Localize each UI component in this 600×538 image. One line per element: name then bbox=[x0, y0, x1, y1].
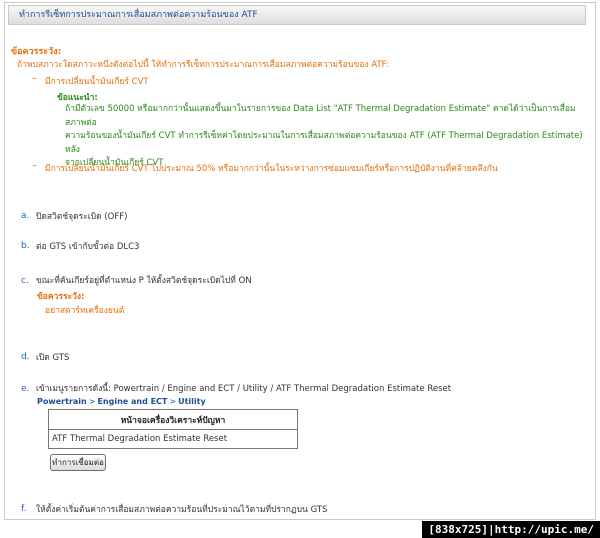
step-c-caution-title: ข้อควรระวัง: bbox=[37, 292, 85, 302]
step-d-letter: d. bbox=[21, 352, 30, 362]
step-a-letter: a. bbox=[21, 211, 30, 221]
caution-title: ข้อควรระวัง: bbox=[11, 47, 62, 57]
bullet-icon: – bbox=[32, 160, 37, 171]
step-c-text: ขณะที่คันเกียร์อยู่ที่ตำแหน่ง P ให้ตั้งส… bbox=[36, 276, 252, 286]
table-header: หน้าจอเครื่องวิเคราะห์ปัญหา bbox=[48, 409, 298, 430]
caution-bullet-1: มีการเปลี่ยนน้ำมันเกียร์ CVT bbox=[45, 77, 149, 87]
breadcrumb-separator: > bbox=[169, 397, 177, 406]
breadcrumb-utility[interactable]: Utility bbox=[178, 397, 206, 406]
advice-line-2: ความร้อนของน้ำมันเกียร์ CVT ทำการรีเซ็ทค… bbox=[65, 131, 583, 155]
page-header: ทำการรีเซ็ทการประมาณการเสื่อมสภาพต่อความ… bbox=[8, 5, 586, 25]
step-f-text: ให้ตั้งค่าเริ่มต้นค่าการเสื่อมสภาพต่อควา… bbox=[36, 505, 328, 515]
watermark: [838x725]|http://upic.me/ bbox=[422, 521, 600, 538]
caution-bullet-2: มีการเปลี่ยนน้ำมันเกียร์ CVT ไปประมาณ 50… bbox=[45, 164, 498, 174]
step-c-letter: c. bbox=[21, 276, 29, 286]
page-title: ทำการรีเซ็ทการประมาณการเสื่อมสภาพต่อความ… bbox=[19, 10, 258, 20]
step-b-letter: b. bbox=[21, 241, 30, 251]
step-e-letter: e. bbox=[21, 384, 30, 394]
caution-intro: ถ้าพบสภาวะใดสภาวะหนึ่งดังต่อไปนี้ ให้ทำก… bbox=[17, 60, 389, 70]
breadcrumb: Powertrain > Engine and ECT > Utility bbox=[37, 397, 206, 406]
step-b-text: ต่อ GTS เข้ากับขั้วต่อ DLC3 bbox=[36, 242, 140, 252]
step-a-text: ปิดสวิตช์จุดระเบิด (OFF) bbox=[36, 212, 128, 222]
breadcrumb-powertrain[interactable]: Powertrain bbox=[37, 397, 87, 406]
table-cell: ATF Thermal Degradation Estimate Reset bbox=[48, 429, 298, 449]
step-d-text: เปิด GTS bbox=[36, 353, 70, 363]
connect-button[interactable]: ทำการเชื่อมต่อ bbox=[50, 454, 106, 471]
advice-title: ข้อแนะนำ: bbox=[57, 93, 98, 103]
advice-line-1: ถ้ามีตัวเลข 50000 หรือมากกว่านั้นแสดงขึ้… bbox=[65, 104, 576, 128]
step-c-caution-text: อย่าสตาร์ทเครื่องยนต์ bbox=[45, 306, 125, 316]
step-e-text: เข้าเมนูรายการดังนี้: Powertrain / Engin… bbox=[36, 384, 452, 394]
step-f-letter: f. bbox=[21, 504, 27, 514]
breadcrumb-separator: > bbox=[88, 397, 96, 406]
bullet-icon: – bbox=[32, 73, 37, 84]
table-row: ATF Thermal Degradation Estimate Reset bbox=[48, 429, 298, 449]
diagnostic-screen-table: หน้าจอเครื่องวิเคราะห์ปัญหา ATF Thermal … bbox=[48, 409, 298, 449]
table-header-row: หน้าจอเครื่องวิเคราะห์ปัญหา bbox=[48, 409, 298, 430]
breadcrumb-engine-ect[interactable]: Engine and ECT bbox=[97, 397, 167, 406]
